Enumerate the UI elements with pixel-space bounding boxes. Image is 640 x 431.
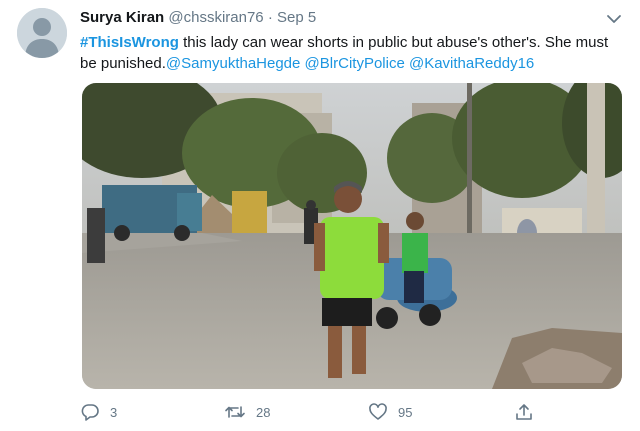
tweet-header: Surya Kiran @chsskiran76 · Sep 5: [80, 9, 316, 27]
hashtag-link[interactable]: #ThisIsWrong: [80, 34, 179, 51]
share-button[interactable]: [514, 398, 534, 426]
reply-count: 3: [110, 404, 118, 420]
reply-button[interactable]: 3: [80, 398, 117, 426]
street-photo: [82, 83, 622, 389]
retweet-icon: [225, 406, 245, 418]
tweet-photo[interactable]: [82, 83, 622, 389]
tweet-actions: 3 28 95: [0, 398, 640, 426]
avatar[interactable]: [17, 8, 67, 58]
tweet: Surya Kiran @chsskiran76 · Sep 5 #ThisIs…: [0, 0, 640, 431]
mention-link[interactable]: @BlrCityPolice: [305, 55, 405, 72]
separator: ·: [267, 9, 273, 26]
mention-link[interactable]: @SamyukthaHegde: [166, 55, 300, 72]
reply-icon: [81, 404, 99, 421]
like-icon: [369, 403, 387, 420]
tweet-text: #ThisIsWrong this lady can wear shorts i…: [80, 32, 610, 74]
like-button[interactable]: 95: [368, 398, 412, 426]
chevron-down-icon[interactable]: [605, 10, 623, 28]
retweet-button[interactable]: 28: [224, 398, 270, 426]
mention-link[interactable]: @KavithaReddy16: [409, 55, 534, 72]
author-handle[interactable]: @chsskiran76: [168, 9, 263, 26]
author-name[interactable]: Surya Kiran: [80, 9, 164, 26]
tweet-date[interactable]: Sep 5: [277, 9, 316, 26]
like-count: 95: [398, 404, 413, 420]
default-avatar-icon: [17, 8, 67, 58]
retweet-count: 28: [256, 404, 271, 420]
share-icon: [516, 404, 532, 420]
